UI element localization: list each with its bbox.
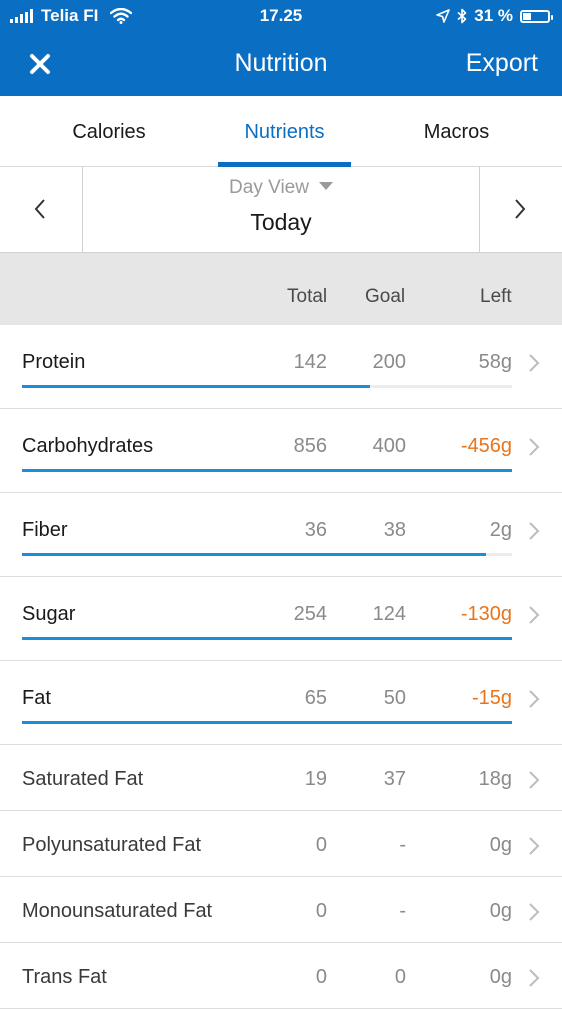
nutrient-left: 18g [478,768,512,790]
nutrient-row[interactable]: Trans Fat 0 0 0g [0,943,562,1009]
nutrient-goal: 38 [383,519,406,541]
nutrient-goal: 200 [372,351,406,373]
column-total: Total [287,286,328,307]
caret-down-icon [318,182,333,190]
column-goal: Goal [365,286,406,307]
nutrient-total: 19 [304,768,327,790]
progress-track [22,721,512,724]
day-view-selector[interactable]: Day View [0,177,562,199]
nutrient-name: Saturated Fat [22,768,144,790]
nutrient-left: 2g [489,519,512,541]
nutrient-left: -456g [460,435,512,457]
chevron-right-icon [528,437,540,462]
tab-calories[interactable]: Calories [0,96,218,166]
nutrient-total: 254 [293,603,327,625]
chevron-right-icon [528,770,540,795]
current-date: Today [250,209,312,235]
nutrient-name: Fiber [22,519,68,541]
nutrient-name: Polyunsaturated Fat [22,834,201,856]
nutrient-row[interactable]: Saturated Fat 19 37 18g [0,745,562,811]
progress-bar [22,385,370,388]
tab-nutrients[interactable]: Nutrients [218,96,351,166]
chevron-right-icon [528,605,540,630]
nutrient-row[interactable]: Polyunsaturated Fat 0 - 0g [0,811,562,877]
progress-track [22,637,512,640]
column-header: Total Goal Left [0,253,562,325]
nutrient-row[interactable]: Monounsaturated Fat 0 - 0g [0,877,562,943]
nutrient-left: 0g [489,834,512,856]
battery-percentage: 31 % [474,6,513,25]
nutrient-total: 36 [304,519,327,541]
nutrient-total: 65 [304,687,327,709]
chevron-right-icon [515,199,526,219]
chevron-right-icon [528,689,540,714]
chevron-right-icon [528,353,540,378]
tab-bar: Calories Nutrients Macros [0,96,562,167]
nutrient-goal: 37 [383,768,406,790]
nutrient-name: Sugar [22,603,76,625]
nutrient-name: Trans Fat [22,966,107,988]
bluetooth-icon [457,8,467,24]
export-button[interactable]: Export [466,49,538,78]
progress-bar [22,469,512,472]
nav-bar: Nutrition Export [0,32,562,96]
nutrient-name: Protein [22,351,86,373]
nutrient-left: 0g [489,966,512,988]
next-day-button[interactable] [479,167,562,252]
nutrient-total: 0 [315,966,327,988]
progress-bar [22,553,487,556]
nutrient-row[interactable]: Fiber 36 38 2g [0,493,562,577]
nutrient-name: Fat [22,687,51,709]
nutrient-left: -130g [460,603,512,625]
tab-macros[interactable]: Macros [351,96,562,166]
nutrient-total: 142 [293,351,327,373]
location-icon [436,9,451,23]
progress-track [22,469,512,472]
nutrient-goal: - [399,834,406,856]
nutrient-left: 0g [489,900,512,922]
progress-bar [22,637,512,640]
nutrient-name: Carbohydrates [22,435,154,457]
column-left: Left [480,286,512,307]
date-navigator: Day View Today [0,167,562,253]
battery-icon [520,9,553,23]
progress-track [22,553,512,556]
nutrient-name: Monounsaturated Fat [22,900,213,922]
chevron-right-icon [528,836,540,861]
status-bar: Telia FI 17.25 31 % [0,0,562,32]
progress-bar [22,721,512,724]
chevron-right-icon [528,521,540,546]
chevron-right-icon [528,968,540,993]
nutrient-row[interactable]: Sugar 254 124 -130g [0,577,562,661]
day-view-label: Day View [229,177,309,198]
nutrient-total: 856 [293,435,327,457]
nutrient-left: -15g [471,687,512,709]
nutrient-goal: 400 [372,435,406,457]
nutrient-goal: 124 [372,603,406,625]
nutrient-row[interactable]: Fat 65 50 -15g [0,661,562,745]
nutrient-row[interactable]: Carbohydrates 856 400 -456g [0,409,562,493]
nutrient-goal: - [399,900,406,922]
chevron-right-icon [528,902,540,927]
nutrient-row[interactable]: Protein 142 200 58g [0,325,562,409]
progress-track [22,385,512,388]
nutrient-total: 0 [315,900,327,922]
nutrient-left: 58g [478,351,512,373]
nutrient-total: 0 [315,834,327,856]
nutrient-goal: 50 [383,687,406,709]
app-header: Telia FI 17.25 31 % Nutrition Export [0,0,562,96]
nutrient-goal: 0 [394,966,406,988]
